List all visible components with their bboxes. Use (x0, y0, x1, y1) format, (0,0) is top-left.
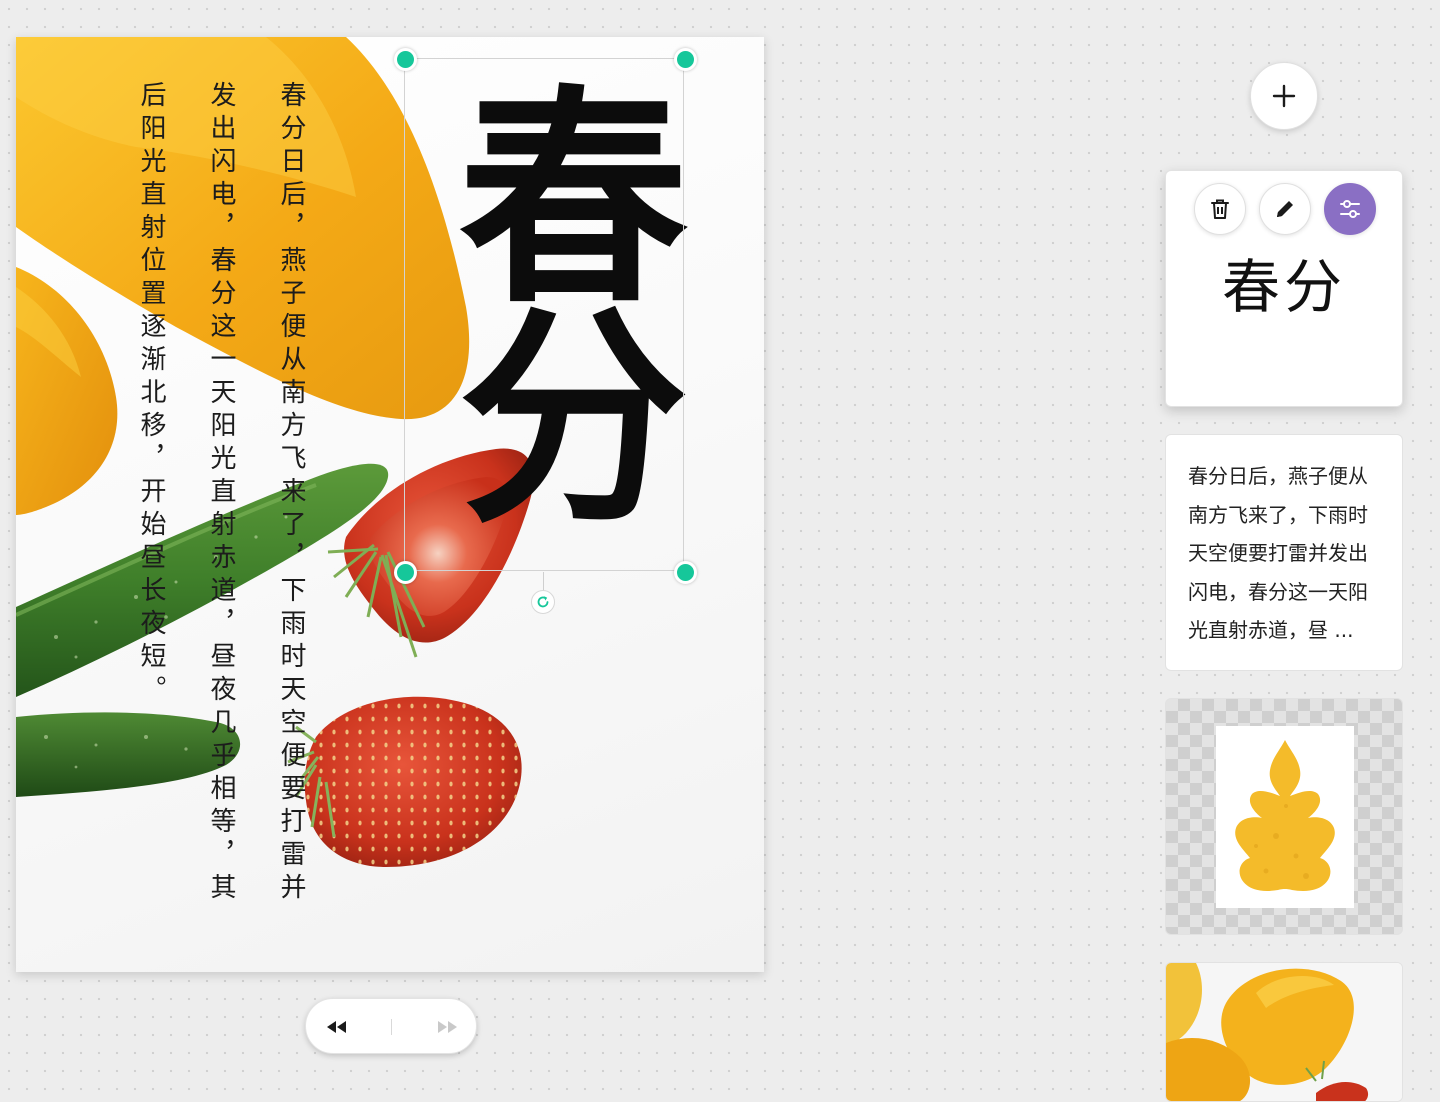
body-text-column-1[interactable]: 春分日后，燕子便从南方飞来了，下雨时天空便要打雷并 (256, 81, 326, 941)
next-page-button[interactable] (432, 1013, 462, 1041)
rotate-icon (537, 596, 549, 608)
previous-page-button[interactable] (322, 1013, 352, 1041)
photo-thumbnail (1166, 963, 1402, 1101)
resize-handle-bottom-left[interactable] (394, 561, 417, 584)
adjust-layer-button[interactable] (1324, 183, 1376, 235)
delete-layer-button[interactable] (1194, 183, 1246, 235)
fast-forward-icon (438, 1021, 457, 1033)
body-text-column-2[interactable]: 发出闪电，春分这一天阳光直射赤道，昼夜几乎相等，其 (186, 81, 256, 941)
pencil-icon (1277, 201, 1293, 217)
body-text-layer-preview: 春分日后，燕子便从南方飞来了，下雨时天空便要打雷并发出闪电，春分这一天阳光直射赤… (1188, 464, 1368, 642)
plus-icon (1272, 84, 1296, 108)
rotate-handle[interactable] (531, 590, 555, 614)
rewind-icon (327, 1021, 346, 1033)
title-layer-card[interactable]: 春分 (1165, 170, 1403, 407)
trash-icon (1211, 199, 1229, 219)
title-layer-text: 春分 (1221, 253, 1346, 321)
pager-divider (391, 1019, 392, 1035)
photo-layer-card[interactable] (1165, 962, 1403, 1102)
shape-preview (1216, 726, 1354, 908)
resize-handle-top-left[interactable] (394, 48, 417, 71)
body-text-column-3[interactable]: 后阳光直射位置逐渐北移，开始昼长夜短。 (116, 81, 186, 941)
layer-toolbar (1194, 183, 1376, 235)
add-element-button[interactable] (1250, 62, 1318, 130)
selection-box[interactable] (404, 58, 684, 571)
resize-handle-top-right[interactable] (674, 48, 697, 71)
page-navigator (305, 998, 477, 1054)
resize-handle-bottom-right[interactable] (674, 561, 697, 584)
rotate-handle-stem (543, 572, 544, 592)
shape-layer-card[interactable] (1165, 698, 1403, 935)
sliders-icon (1340, 200, 1360, 218)
leaf-shape-icon (1235, 740, 1335, 891)
body-text-layer-card[interactable]: 春分日后，燕子便从南方飞来了，下雨时天空便要打雷并发出闪电，春分这一天阳光直射赤… (1165, 434, 1403, 671)
edit-layer-button[interactable] (1259, 183, 1311, 235)
